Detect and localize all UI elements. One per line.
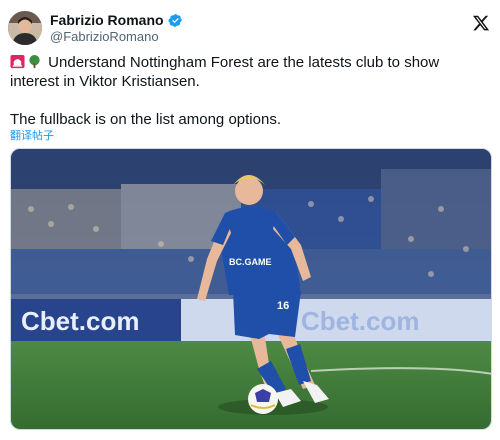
author-handle[interactable]: @FabrizioRomano — [50, 29, 159, 44]
tweet-photo[interactable]: Cbet.com Cbet.com 16 BC.GAME — [10, 148, 492, 430]
shirt-number: 16 — [277, 300, 289, 312]
tweet-line-1: Understand Nottingham Forest are the lat… — [10, 53, 490, 72]
football-player-photo: Cbet.com Cbet.com 16 BC.GAME — [11, 149, 491, 429]
ad-board-text-2: Cbet.com — [301, 306, 419, 336]
translate-post-link[interactable]: 翻译帖子 — [10, 127, 54, 143]
author-name-row: Fabrizio Romano — [50, 12, 183, 28]
ad-board-text-1: Cbet.com — [21, 306, 139, 336]
football — [248, 384, 278, 414]
kit-sponsor: BC.GAME — [229, 257, 272, 267]
author-avatar[interactable] — [8, 11, 42, 45]
tweet-text: Understand Nottingham Forest are the lat… — [10, 53, 490, 129]
tweet-line-1-text: Understand Nottingham Forest are the lat… — [48, 54, 440, 71]
tweet-line-2: interest in Viktor Kristiansen. — [10, 73, 200, 90]
tweet-line-3: The fullback is on the list among option… — [10, 111, 281, 128]
author-display-name[interactable]: Fabrizio Romano — [50, 12, 164, 28]
siren-emoji-icon — [10, 54, 25, 69]
tweet-card: Fabrizio Romano @FabrizioRomano Understa… — [0, 0, 500, 440]
tree-emoji-icon — [29, 54, 40, 69]
x-logo-icon[interactable] — [472, 14, 490, 32]
verified-badge-icon — [168, 13, 182, 27]
